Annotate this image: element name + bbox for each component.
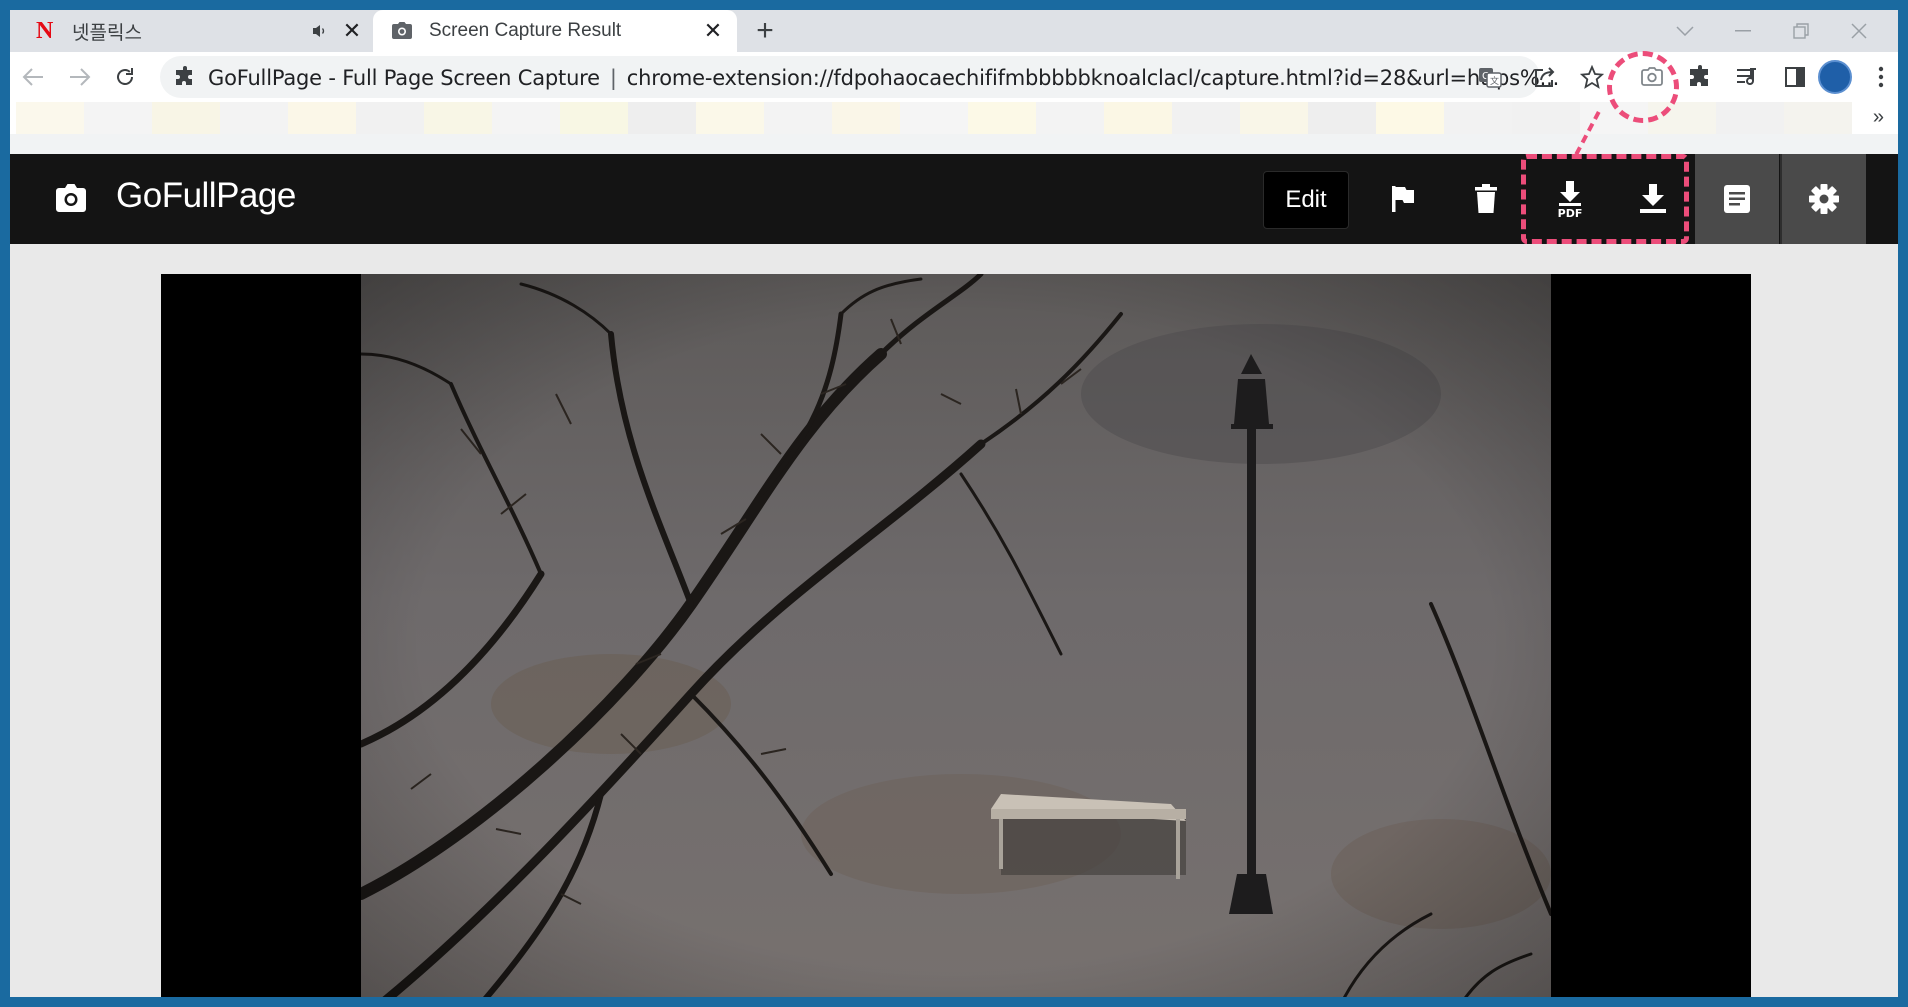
capture-preview-area	[10, 244, 1898, 997]
bookmark-item[interactable]	[764, 102, 832, 134]
bookmark-items	[16, 102, 1852, 134]
bookmark-item[interactable]	[900, 102, 968, 134]
back-icon[interactable]	[18, 62, 48, 92]
notes-icon	[1724, 185, 1750, 213]
bookmark-item[interactable]	[560, 102, 628, 134]
tab-netflix[interactable]: N 넷플릭스 ✕	[18, 10, 363, 52]
bookmark-item[interactable]	[1104, 102, 1172, 134]
bookmarks-overflow-icon[interactable]: »	[1873, 106, 1884, 129]
bookmark-item[interactable]	[1240, 102, 1308, 134]
bookmark-item[interactable]	[1036, 102, 1104, 134]
close-icon[interactable]: ✕	[701, 18, 725, 43]
tab-strip: N 넷플릭스 ✕ Screen Capture Result ✕ +	[10, 10, 1898, 52]
captured-screenshot	[161, 274, 1751, 997]
bookmark-item[interactable]	[1308, 102, 1376, 134]
bookmark-item[interactable]	[84, 102, 152, 134]
settings-button[interactable]	[1780, 154, 1866, 244]
captured-photo	[361, 274, 1551, 997]
tab-screen-capture[interactable]: Screen Capture Result ✕	[373, 10, 737, 52]
forward-icon[interactable]	[65, 62, 95, 92]
bookmark-item[interactable]	[1512, 102, 1580, 134]
flag-icon	[1392, 186, 1414, 212]
bookmark-item[interactable]	[1172, 102, 1240, 134]
bookmark-item[interactable]	[356, 102, 424, 134]
share-icon[interactable]	[1530, 62, 1560, 92]
camera-icon	[392, 22, 412, 39]
speaker-icon[interactable]	[311, 22, 329, 40]
bookmark-item[interactable]	[968, 102, 1036, 134]
translate-icon[interactable]: G文	[1475, 62, 1505, 92]
bookmark-item[interactable]	[424, 102, 492, 134]
tab-title: Screen Capture Result	[429, 20, 622, 41]
bookmark-item[interactable]	[1784, 102, 1852, 134]
trash-icon	[1475, 184, 1497, 213]
url-text: chrome-extension://fdpohaocaechififmbbbb…	[626, 66, 1560, 90]
bookmark-item[interactable]	[16, 102, 84, 134]
bookmark-item[interactable]	[1376, 102, 1444, 134]
profile-avatar[interactable]	[1818, 60, 1852, 94]
camera-icon	[56, 184, 86, 212]
download-buttons-highlight	[1521, 154, 1689, 244]
bookmark-item[interactable]	[152, 102, 220, 134]
reload-icon[interactable]	[110, 62, 140, 92]
svg-text:文: 文	[1490, 75, 1499, 87]
bookmark-item[interactable]	[832, 102, 900, 134]
puzzle-icon	[176, 66, 192, 85]
chevron-down-icon[interactable]	[1670, 16, 1700, 46]
settings-icon	[1809, 184, 1839, 214]
netflix-icon: N	[36, 18, 54, 44]
new-tab-icon[interactable]: +	[750, 16, 780, 47]
bookmark-item[interactable]	[1444, 102, 1512, 134]
extensions-icon[interactable]	[1685, 62, 1715, 92]
bookmark-star-icon[interactable]	[1577, 62, 1607, 92]
menu-kebab-icon[interactable]	[1866, 62, 1896, 92]
restore-icon[interactable]	[1786, 16, 1816, 46]
side-panel-icon[interactable]	[1780, 62, 1810, 92]
snowy-park-image	[361, 274, 1551, 997]
bookmark-item[interactable]	[1716, 102, 1784, 134]
delete-button[interactable]	[1444, 154, 1528, 244]
site-name: GoFullPage - Full Page Screen Capture	[208, 66, 600, 90]
bookmark-item[interactable]	[220, 102, 288, 134]
close-icon[interactable]: ✕	[340, 18, 364, 43]
bookmark-item[interactable]	[628, 102, 696, 134]
notes-button[interactable]	[1695, 154, 1779, 244]
minimize-icon[interactable]	[1728, 16, 1758, 46]
edit-button[interactable]: Edit	[1263, 171, 1349, 229]
media-queue-icon[interactable]	[1732, 62, 1762, 92]
address-text: GoFullPage - Full Page Screen Capture | ch…	[208, 66, 1559, 90]
browser-window: N 넷플릭스 ✕ Screen Capture Result ✕ + GoFul…	[10, 10, 1898, 997]
flag-button[interactable]	[1361, 154, 1445, 244]
address-separator: |	[609, 66, 617, 90]
address-bar[interactable]: GoFullPage - Full Page Screen Capture | ch…	[160, 56, 1559, 98]
app-title: GoFullPage	[116, 176, 296, 215]
tab-title: 넷플릭스	[72, 22, 142, 44]
extension-icon-highlight	[1607, 51, 1679, 123]
bookmark-item[interactable]	[696, 102, 764, 134]
bookmark-item[interactable]	[492, 102, 560, 134]
close-window-icon[interactable]	[1844, 16, 1874, 46]
bookmark-item[interactable]	[288, 102, 356, 134]
